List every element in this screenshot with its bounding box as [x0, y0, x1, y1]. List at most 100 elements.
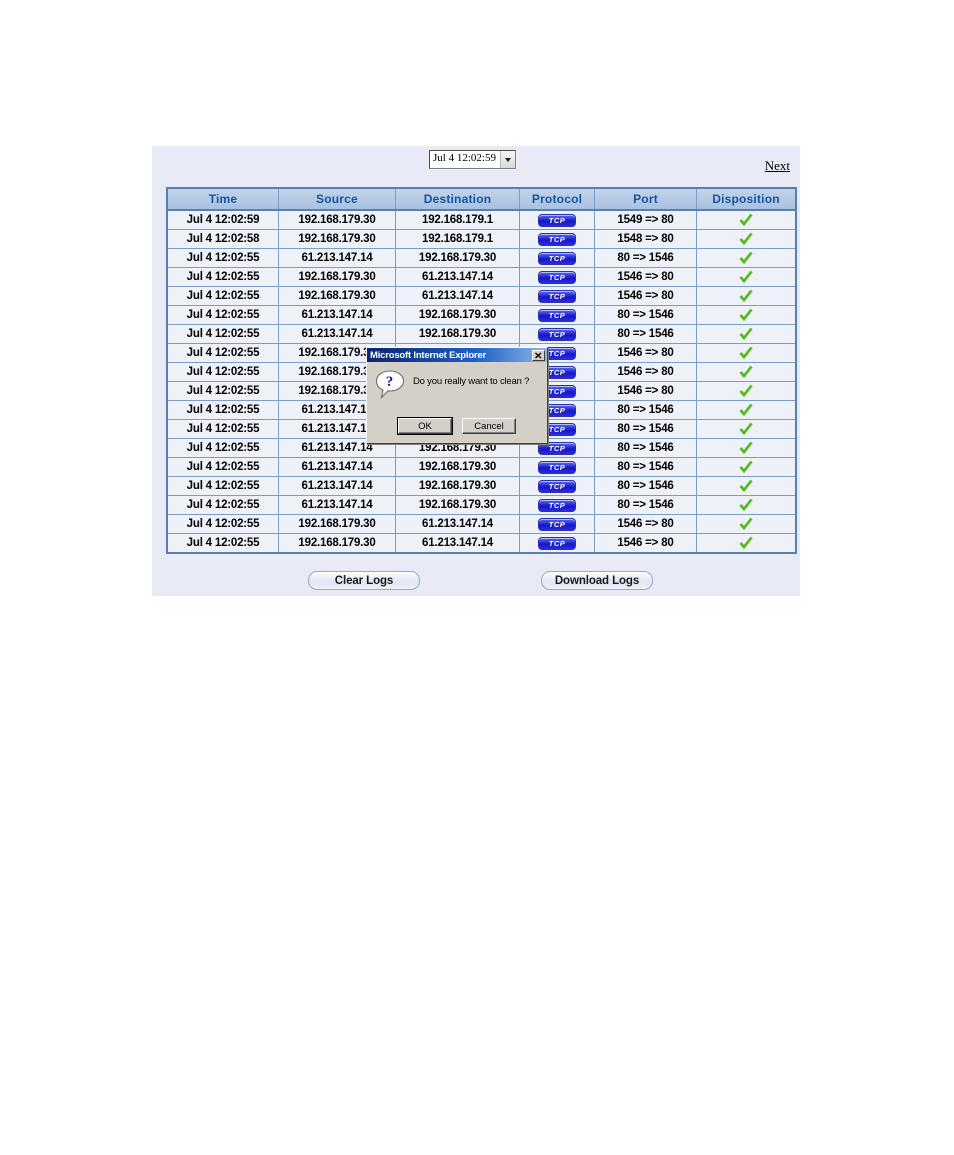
chevron-down-icon[interactable] — [499, 151, 515, 168]
cell-protocol: TCP — [519, 457, 595, 477]
table-row: Jul 4 12:02:5561.213.147.14192.168.179.3… — [166, 305, 797, 325]
close-icon[interactable] — [532, 349, 545, 361]
column-header-protocol[interactable]: Protocol — [519, 187, 595, 211]
protocol-badge: TCP — [538, 460, 576, 474]
cell-port: 1546 => 80 — [594, 343, 697, 363]
protocol-badge: TCP — [538, 232, 576, 246]
table-row: Jul 4 12:02:55192.168.179.3061.213.147.1… — [166, 533, 797, 554]
allowed-check-icon — [739, 403, 753, 417]
cell-disposition — [696, 438, 797, 458]
allowed-check-icon — [739, 289, 753, 303]
cell-time: Jul 4 12:02:55 — [166, 267, 279, 287]
cell-protocol: TCP — [519, 324, 595, 344]
cell-time: Jul 4 12:02:59 — [166, 209, 279, 230]
allowed-check-icon — [739, 213, 753, 227]
cell-protocol: TCP — [519, 286, 595, 306]
table-row: Jul 4 12:02:5561.213.147.14192.168.179.3… — [166, 248, 797, 268]
cell-protocol: TCP — [519, 267, 595, 287]
cell-source: 61.213.147.14 — [278, 248, 396, 268]
column-header-source[interactable]: Source — [278, 187, 396, 211]
table-row: Jul 4 12:02:5561.213.147.14192.168.179.3… — [166, 495, 797, 515]
allowed-check-icon — [739, 365, 753, 379]
column-header-time[interactable]: Time — [166, 187, 279, 211]
protocol-badge: TCP — [538, 327, 576, 341]
cell-protocol: TCP — [519, 209, 595, 230]
cell-destination: 192.168.179.1 — [395, 229, 520, 249]
cell-source: 192.168.179.30 — [278, 286, 396, 306]
cell-source: 61.213.147.14 — [278, 495, 396, 515]
dialog-button-row: OK Cancel — [367, 414, 547, 443]
cell-time: Jul 4 12:02:55 — [166, 514, 279, 534]
cell-source: 61.213.147.14 — [278, 324, 396, 344]
cell-time: Jul 4 12:02:55 — [166, 476, 279, 496]
cell-destination: 61.213.147.14 — [395, 286, 520, 306]
cell-disposition — [696, 457, 797, 477]
svg-text:?: ? — [386, 374, 394, 390]
allowed-check-icon — [739, 498, 753, 512]
cell-destination: 192.168.179.30 — [395, 457, 520, 477]
cell-time: Jul 4 12:02:55 — [166, 305, 279, 325]
cell-source: 192.168.179.30 — [278, 209, 396, 230]
cell-port: 80 => 1546 — [594, 400, 697, 420]
cell-protocol: TCP — [519, 229, 595, 249]
allowed-check-icon — [739, 460, 753, 474]
protocol-badge: TCP — [538, 536, 576, 550]
cell-protocol: TCP — [519, 305, 595, 325]
clear-logs-button[interactable]: Clear Logs — [308, 571, 420, 590]
cell-port: 80 => 1546 — [594, 495, 697, 515]
cell-port: 1546 => 80 — [594, 514, 697, 534]
cell-source: 61.213.147.14 — [278, 457, 396, 477]
table-row: Jul 4 12:02:55192.168.179.3061.213.147.1… — [166, 267, 797, 287]
cell-time: Jul 4 12:02:58 — [166, 229, 279, 249]
cell-source: 192.168.179.30 — [278, 267, 396, 287]
cell-port: 80 => 1546 — [594, 305, 697, 325]
cell-time: Jul 4 12:02:55 — [166, 343, 279, 363]
cell-destination: 192.168.179.30 — [395, 476, 520, 496]
dialog-ok-button[interactable]: OK — [397, 417, 453, 435]
cell-protocol: TCP — [519, 495, 595, 515]
cell-destination: 192.168.179.30 — [395, 324, 520, 344]
download-logs-button[interactable]: Download Logs — [541, 571, 653, 590]
dialog-cancel-button[interactable]: Cancel — [462, 418, 516, 434]
dialog-titlebar[interactable]: Microsoft Internet Explorer — [367, 348, 547, 362]
allowed-check-icon — [739, 346, 753, 360]
table-row: Jul 4 12:02:55192.168.179.3061.213.147.1… — [166, 286, 797, 306]
cell-time: Jul 4 12:02:55 — [166, 438, 279, 458]
cell-destination: 192.168.179.1 — [395, 209, 520, 230]
cell-disposition — [696, 209, 797, 230]
protocol-badge: TCP — [538, 213, 576, 227]
log-toolbar: Jul 4 12:02:59 Next — [152, 146, 800, 184]
table-row: Jul 4 12:02:55192.168.179.3061.213.147.1… — [166, 514, 797, 534]
protocol-badge: TCP — [538, 270, 576, 284]
next-page-link[interactable]: Next — [765, 158, 790, 174]
cell-time: Jul 4 12:02:55 — [166, 362, 279, 382]
cell-time: Jul 4 12:02:55 — [166, 400, 279, 420]
dialog-title: Microsoft Internet Explorer — [370, 349, 487, 361]
table-row: Jul 4 12:02:5561.213.147.14192.168.179.3… — [166, 324, 797, 344]
allowed-check-icon — [739, 479, 753, 493]
cell-destination: 61.213.147.14 — [395, 514, 520, 534]
cell-disposition — [696, 495, 797, 515]
log-period-select[interactable]: Jul 4 12:02:59 — [429, 150, 516, 169]
cell-port: 1546 => 80 — [594, 267, 697, 287]
allowed-check-icon — [739, 232, 753, 246]
column-header-port[interactable]: Port — [594, 187, 697, 211]
table-row: Jul 4 12:02:58 192.168.179.30 192.168.179.… — [166, 229, 797, 249]
column-header-destination[interactable]: Destination — [395, 187, 520, 211]
cell-protocol: TCP — [519, 514, 595, 534]
column-header-disposition[interactable]: Disposition — [696, 187, 797, 211]
dialog-body: ? Do you really want to clean ? — [367, 362, 547, 414]
cell-protocol: TCP — [519, 533, 595, 554]
cell-protocol: TCP — [519, 248, 595, 268]
cell-port: 1546 => 80 — [594, 381, 697, 401]
protocol-badge: TCP — [538, 251, 576, 265]
cell-disposition — [696, 419, 797, 439]
cell-destination: 192.168.179.30 — [395, 305, 520, 325]
cell-source: 61.213.147.14 — [278, 476, 396, 496]
allowed-check-icon — [739, 517, 753, 531]
cell-disposition — [696, 267, 797, 287]
log-footer: Clear Logs Download Logs — [152, 571, 800, 596]
cell-port: 1549 => 80 — [594, 209, 697, 230]
protocol-badge: TCP — [538, 517, 576, 531]
cell-source: 61.213.147.14 — [278, 305, 396, 325]
